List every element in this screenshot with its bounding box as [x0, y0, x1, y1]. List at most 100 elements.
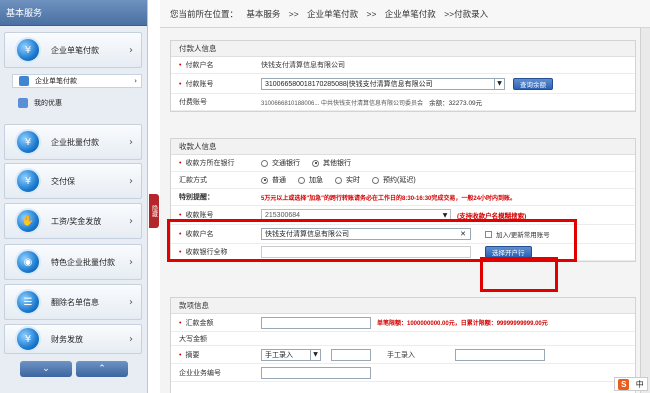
radio-scheduled[interactable]: 预约(延迟): [372, 175, 416, 185]
chevron-down-icon: ▼: [494, 78, 504, 89]
payer-account-row: • 付款账号 310066580018170285088|快钱支付清算信息有限公司…: [171, 74, 635, 94]
discount-icon: [18, 98, 28, 108]
list-icon: ☰: [15, 289, 41, 315]
hand-coin-icon: ✋: [15, 208, 41, 234]
bizno-label: 企业业务编号: [179, 369, 221, 377]
chevron-right-icon: ›: [129, 256, 133, 268]
sidebar-item-list-info[interactable]: ☰ 翻除名单信息 ›: [4, 284, 142, 320]
payment-icon: [19, 76, 29, 86]
sogou-icon: S: [618, 378, 630, 390]
chevron-down-icon: ▼: [442, 211, 448, 219]
summary-select[interactable]: 手工录入 ▼: [261, 348, 321, 361]
amount-limit: 单笔限额：1000000000.00元，日累计限额：99999999999.00…: [377, 321, 548, 327]
payee-panel: 收款人信息 • 收款方所在银行 交通银行 其他银行 汇款方式 普通 加急 实时 预…: [170, 138, 636, 262]
amount-input[interactable]: [261, 316, 371, 329]
chevron-down-icon: ▼: [310, 349, 320, 360]
radio-realtime[interactable]: 实时: [335, 175, 360, 185]
query-balance-button[interactable]: 查询余额: [513, 77, 553, 90]
caps-label: 大写金额: [179, 335, 207, 343]
sidebar-item-label: 交付保: [51, 176, 75, 186]
chevron-right-icon: ›: [129, 333, 133, 345]
ime-lang: 中: [635, 379, 644, 389]
sidebar-subitem-label: 企业单笔付款: [35, 78, 77, 85]
notice-text: 5万元以上或选择"加急"的跨行转账请务必在工作日的8:30-16:30完成交易，…: [261, 195, 517, 202]
sidebar-item-single-payment[interactable]: ¥ 企业单笔付款 ›: [4, 32, 142, 68]
breadcrumb-level3[interactable]: 企业单笔付款: [385, 9, 436, 19]
sidebar-subitem-single-payment[interactable]: 企业单笔付款 ›: [12, 74, 142, 88]
sidebar-item-salary[interactable]: ✋ 工资/奖金发放 ›: [4, 203, 142, 239]
breadcrumb-prefix: 您当前所在位置：: [170, 9, 239, 19]
clear-icon[interactable]: ✕: [460, 230, 466, 238]
payer-acctno-label: 付费账号: [179, 99, 207, 106]
sidebar-scroll-buttons: ⌄ ⌃: [20, 361, 128, 377]
caps-row: 大写金额: [171, 332, 635, 346]
batch-yen-icon: ¥: [15, 129, 41, 155]
payer-name-label: 付款户名: [185, 62, 214, 69]
notice-label: 特别提醒：: [179, 194, 214, 201]
breadcrumb-current: >>付款录入: [444, 9, 489, 19]
bizno-input[interactable]: [261, 366, 371, 379]
payer-panel: 付款人信息 • 付款户名 快钱支付清算信息有限公司 • 付款账号 310066580…: [170, 40, 636, 112]
payee-bank-label: 收款方所在银行: [185, 160, 235, 167]
breadcrumb: 您当前所在位置： 基本服务 >> 企业单笔付款 >> 企业单笔付款 >>付款录入: [160, 0, 650, 28]
remit-method-row: 汇款方式 普通 加急 实时 预约(延迟): [171, 172, 635, 189]
radio-bocom[interactable]: 交通银行: [261, 158, 300, 168]
amount-label: 汇款金额: [185, 319, 214, 327]
radio-normal[interactable]: 普通: [261, 175, 286, 185]
sidebar: 基本服务 ¥ 企业单笔付款 › 企业单笔付款 › 我的优惠 ¥ 企业批量付款 ›…: [0, 0, 148, 393]
sidebar-item-batch-payment[interactable]: ¥ 企业批量付款 ›: [4, 124, 142, 160]
finance-icon: ¥: [15, 326, 41, 352]
chevron-right-icon: ›: [129, 215, 133, 227]
payer-acctno-value: 3100666810188006... 中共快钱支付清算信息有限公司委员会: [261, 100, 424, 107]
sidebar-item-label: 企业批量付款: [51, 137, 99, 147]
chevron-right-icon: ›: [134, 77, 137, 85]
payee-bankname-row: • 收款银行全称 选择开户行: [171, 244, 635, 261]
add-payee-checkbox[interactable]: 加入/更新常用账号: [485, 229, 550, 239]
notice-row: 特别提醒： 5万元以上或选择"加急"的跨行转账请务必在工作日的8:30-16:3…: [171, 189, 635, 206]
wallet-icon: ¥: [15, 168, 41, 194]
payee-account-input[interactable]: 215300684 ▼: [261, 209, 451, 221]
payee-bankname-label: 收款银行全称: [185, 249, 228, 256]
summary-label: 摘要: [185, 351, 200, 359]
sidebar-item-label: 工资/奖金发放: [51, 216, 102, 226]
payer-acctno-row: 付费账号 3100666810188006... 中共快钱支付清算信息有限公司委…: [171, 94, 635, 111]
payer-panel-title: 付款人信息: [171, 41, 635, 57]
sidebar-subitem-my-discount[interactable]: 我的优惠: [18, 96, 142, 110]
chevron-right-icon: ›: [129, 44, 133, 56]
bizno-row: 企业业务编号: [171, 364, 635, 382]
sidebar-item-special-batch[interactable]: ◉ 特色企业批量付款 ›: [4, 244, 142, 280]
sidebar-subitem-label: 我的优惠: [34, 100, 62, 107]
payee-panel-title: 收款人信息: [171, 139, 635, 155]
vertical-scrollbar[interactable]: [640, 28, 650, 393]
sidebar-title: 基本服务: [0, 0, 147, 26]
scroll-down-button[interactable]: ⌄: [20, 361, 72, 377]
sidebar-item-jiaofubao[interactable]: ¥ 交付保 ›: [4, 163, 142, 199]
globe-icon: ◉: [15, 249, 41, 275]
summary-extra-input[interactable]: [331, 348, 371, 361]
summary-row: • 摘要 手工录入 ▼ 手工录入: [171, 346, 635, 364]
payee-bankname-input[interactable]: [261, 246, 471, 258]
choose-bank-button[interactable]: 选择开户行: [485, 246, 532, 258]
sidebar-item-label: 翻除名单信息: [51, 297, 99, 307]
ime-indicator[interactable]: S 中: [614, 377, 648, 391]
payee-name-input[interactable]: 快钱支付清算信息有限公司 ✕: [261, 228, 471, 240]
breadcrumb-level2[interactable]: 企业单笔付款: [307, 9, 358, 19]
yen-icon: ¥: [15, 37, 41, 63]
payer-account-select[interactable]: 310066580018170285088|快钱支付清算信息有限公司 ▼: [261, 77, 505, 90]
payer-account-label: 付款账号: [185, 80, 214, 88]
summary-manual-label: 手工录入: [387, 351, 415, 359]
payee-account-label: 收款账号: [185, 212, 214, 219]
payer-balance: 余额：32273.09元: [429, 100, 483, 107]
amount-row: • 汇款金额 单笔限额：1000000000.00元，日累计限额：99999999…: [171, 314, 635, 332]
sidebar-item-label: 特色企业批量付款: [51, 257, 115, 267]
scroll-up-button[interactable]: ⌃: [76, 361, 128, 377]
radio-other-bank[interactable]: 其他银行: [312, 158, 351, 168]
breadcrumb-level1[interactable]: 基本服务: [246, 9, 280, 19]
collapse-sidebar-tab[interactable]: 隐藏: [149, 194, 159, 228]
sidebar-item-finance[interactable]: ¥ 财务发放 ›: [4, 324, 142, 354]
payer-name-row: • 付款户名 快钱支付清算信息有限公司: [171, 57, 635, 74]
radio-urgent[interactable]: 加急: [298, 175, 323, 185]
chevron-right-icon: ›: [129, 136, 133, 148]
payee-account-row: • 收款账号 215300684 ▼ (支持收款户名模糊搜索): [171, 206, 635, 225]
summary-manual-input[interactable]: [455, 348, 545, 361]
